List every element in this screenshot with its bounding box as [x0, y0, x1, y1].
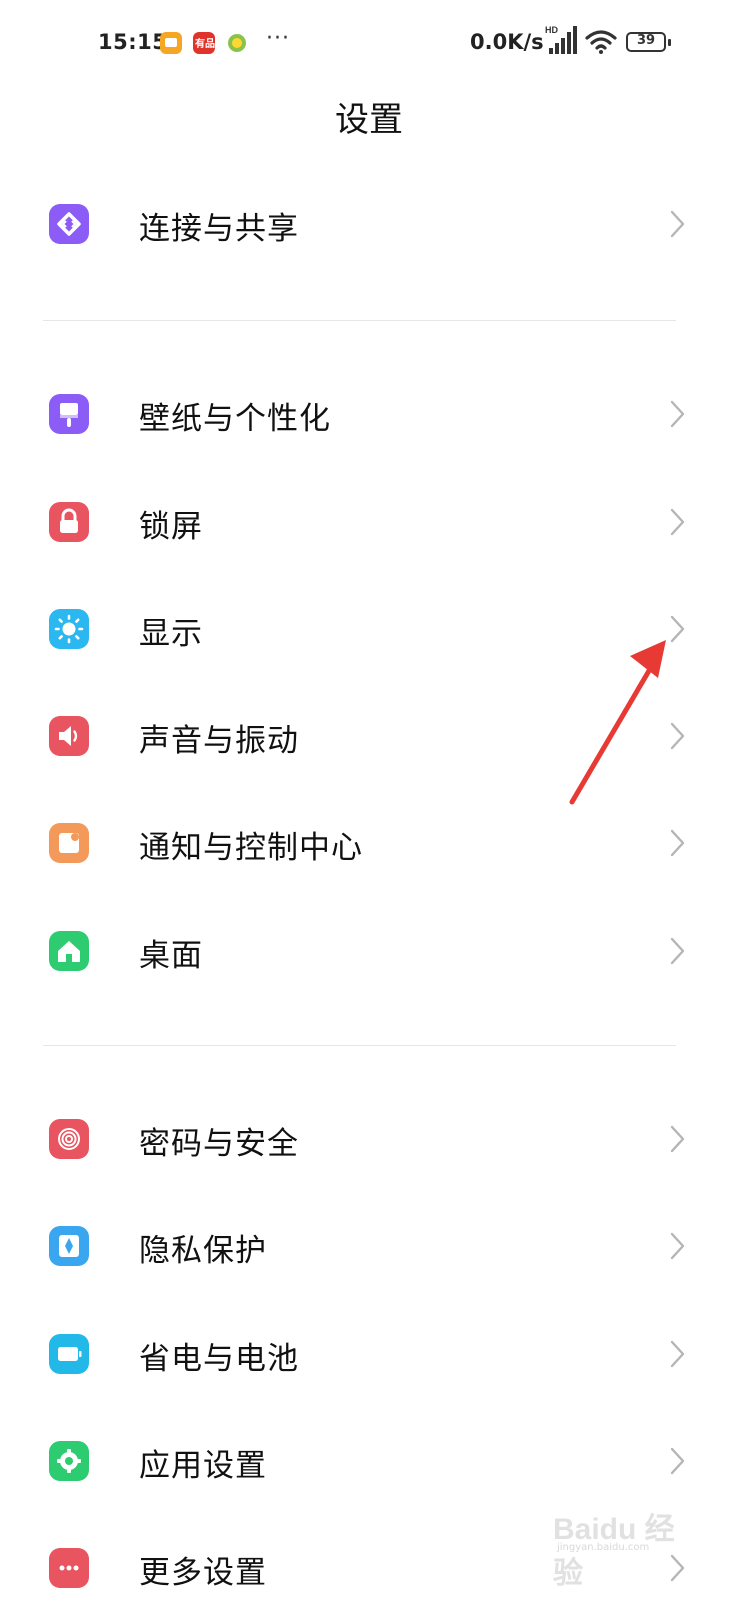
settings-item-label: 通知与控制中心 [139, 830, 363, 866]
wifi-icon [585, 30, 617, 54]
status-bar: 15:15 有品 ··· 0.0K/s HD 39 [0, 0, 738, 90]
battery-icon: 39 [626, 32, 671, 52]
section-divider [43, 1045, 676, 1046]
lock-icon [49, 502, 89, 542]
watermark-subtext: jingyan.baidu.com [557, 1542, 650, 1553]
more-notifications-icon: ··· [266, 26, 290, 51]
annotation-arrow-icon [569, 640, 666, 805]
network-speed: 0.0K/s [470, 30, 544, 54]
chevron-right-icon [670, 937, 685, 965]
svg-text:HD: HD [545, 25, 558, 35]
gear-icon [49, 1441, 89, 1481]
chevron-right-icon [670, 1340, 685, 1368]
settings-item-home-screen[interactable]: 桌面 [0, 905, 738, 1005]
settings-item-label: 隐私保护 [139, 1233, 267, 1269]
settings-item-label: 更多设置 [139, 1555, 267, 1591]
settings-item-lock-screen[interactable]: 锁屏 [0, 476, 738, 576]
settings-item-label: 锁屏 [139, 509, 203, 545]
settings-item-label: 应用设置 [139, 1448, 267, 1484]
settings-item-label: 声音与振动 [139, 723, 299, 759]
fingerprint-icon [49, 1119, 89, 1159]
settings-item-label: 桌面 [139, 938, 203, 974]
connection-share-icon [49, 204, 89, 244]
more-icon [49, 1548, 89, 1588]
notification-app-icon [160, 32, 182, 54]
chevron-right-icon [670, 829, 685, 857]
page-title: 设置 [335, 100, 403, 140]
chevron-right-icon [670, 400, 685, 428]
speaker-icon [49, 716, 89, 756]
chevron-right-icon [670, 1232, 685, 1260]
settings-item-label: 省电与电池 [139, 1341, 299, 1377]
battery-icon [49, 1334, 89, 1374]
notification-icon [49, 823, 89, 863]
settings-item-password-security[interactable]: 密码与安全 [0, 1093, 738, 1193]
home-icon [49, 931, 89, 971]
settings-item-battery[interactable]: 省电与电池 [0, 1308, 738, 1408]
notification-app-icon: 有品 [193, 32, 215, 54]
settings-item-label: 显示 [139, 616, 203, 652]
watermark-logo: Baidu 经验 jingyan.baidu.com [553, 1498, 693, 1590]
settings-item-label: 密码与安全 [139, 1126, 299, 1162]
settings-item-label: 连接与共享 [139, 211, 299, 247]
settings-item-label: 壁纸与个性化 [139, 401, 331, 437]
chevron-right-icon [670, 210, 685, 238]
status-time: 15:15 [98, 30, 168, 54]
chevron-right-icon [670, 508, 685, 536]
chevron-right-icon [670, 1125, 685, 1153]
chevron-right-icon [670, 1447, 685, 1475]
notification-app-icon [226, 32, 248, 54]
battery-level: 39 [636, 33, 656, 48]
settings-item-privacy[interactable]: 隐私保护 [0, 1200, 738, 1300]
cellular-signal-icon: HD [545, 25, 577, 54]
settings-item-wallpaper[interactable]: 壁纸与个性化 [0, 368, 738, 468]
settings-item-connection-share[interactable]: 连接与共享 [0, 178, 738, 278]
sun-icon [49, 609, 89, 649]
section-divider [43, 320, 676, 321]
wallpaper-brush-icon [49, 394, 89, 434]
privacy-shield-icon [49, 1226, 89, 1266]
